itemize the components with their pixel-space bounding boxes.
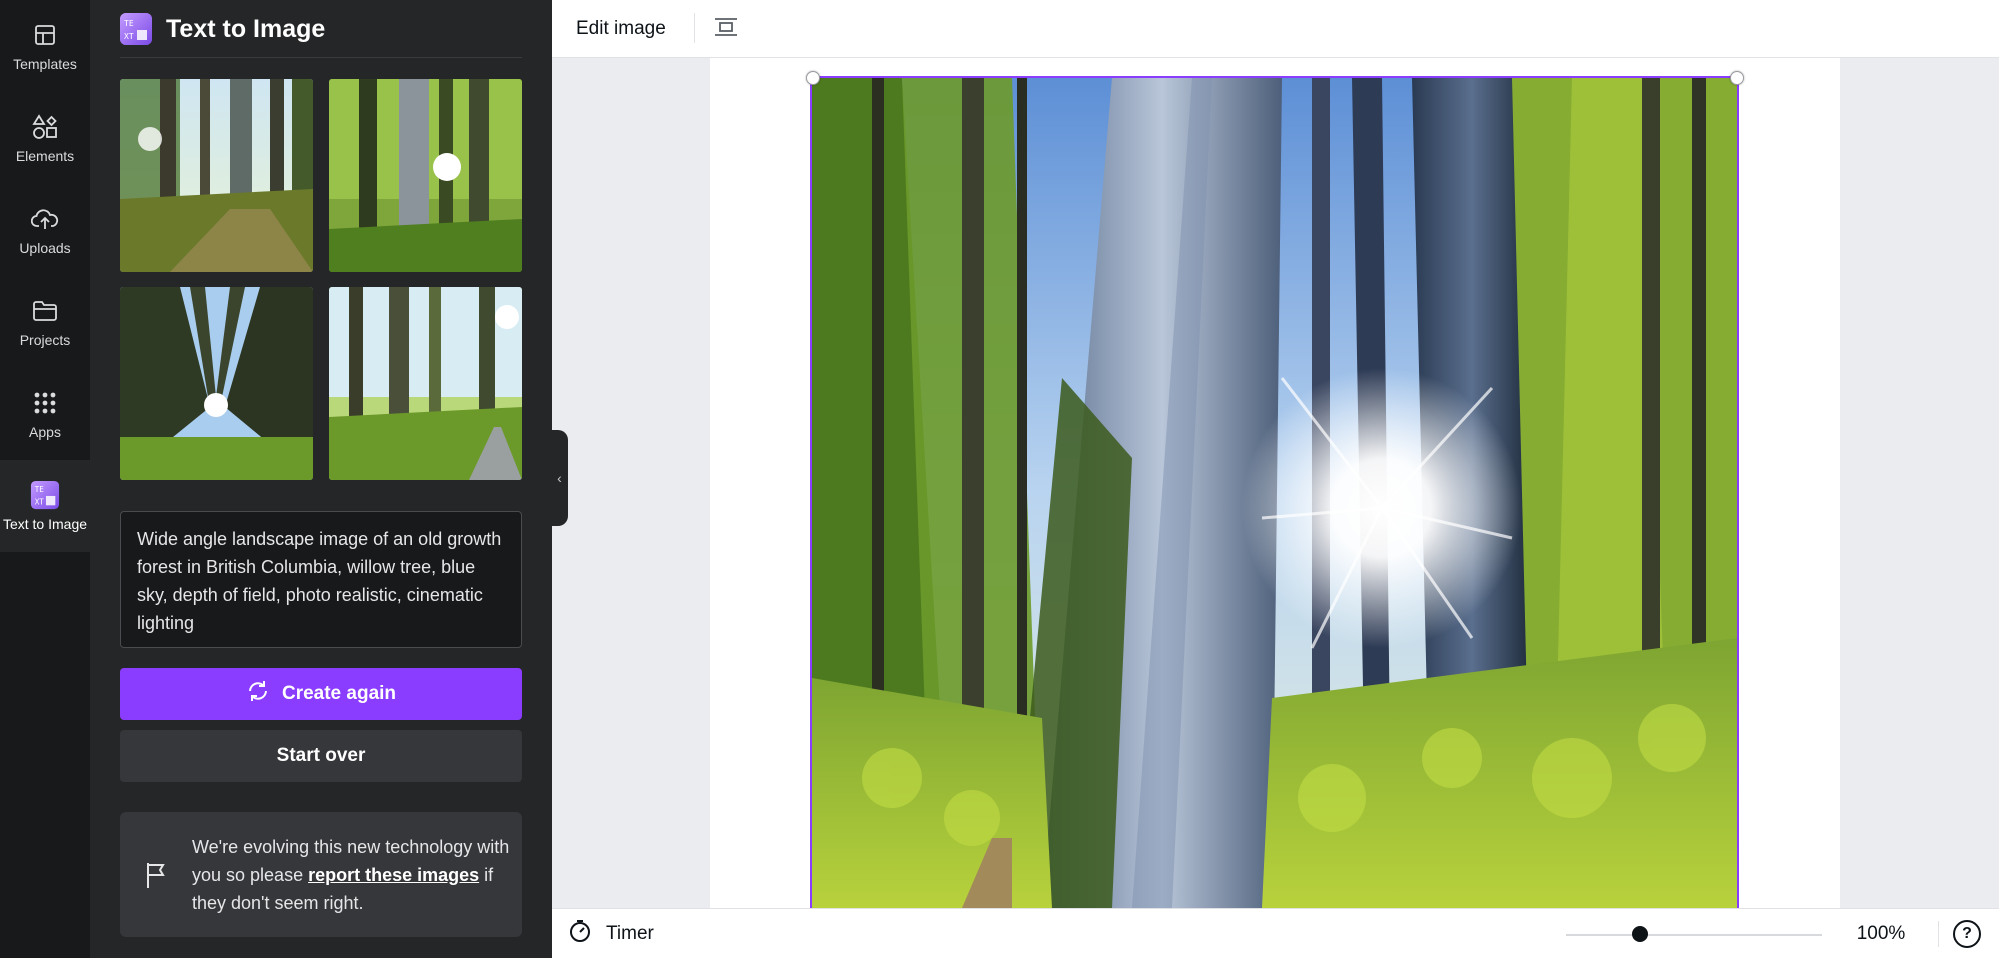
text-to-image-panel: TE XT Text to Image Wide angle landscape… (90, 0, 552, 958)
rail-item-label: Elements (15, 148, 75, 164)
left-rail: Templates Elements Uploads Projects Apps… (0, 0, 90, 958)
timer-icon (568, 919, 592, 949)
start-over-button[interactable]: Start over (120, 730, 522, 782)
generated-image-thumbnail-3[interactable] (120, 287, 313, 480)
uploads-icon (30, 204, 60, 234)
rail-item-label: Templates (13, 56, 77, 72)
bottom-divider (1938, 921, 1939, 947)
generated-image-thumbnail-4[interactable] (329, 287, 522, 480)
zoom-slider-thumb[interactable] (1632, 926, 1648, 942)
text-to-image-app-icon: TE XT (120, 13, 152, 45)
flag-icon (144, 861, 168, 889)
selected-forest-image[interactable] (810, 76, 1739, 910)
rail-item-text-to-image[interactable]: TE XT Text to Image (0, 460, 90, 552)
refresh-icon (246, 679, 270, 709)
edit-image-button[interactable]: Edit image (560, 9, 682, 49)
collapse-panel-button[interactable]: ‹ (551, 430, 568, 526)
svg-text:TE: TE (124, 19, 134, 28)
zoom-level-button[interactable]: 100% (1836, 917, 1926, 951)
notice-text: We're evolving this new technology with … (192, 833, 512, 917)
create-again-label: Create again (281, 683, 397, 704)
templates-icon (30, 20, 60, 50)
text-to-image-icon: TE XT (30, 480, 60, 510)
rail-item-label: Apps (29, 424, 61, 440)
toolbar-divider (694, 13, 695, 43)
rail-item-label: Projects (19, 332, 71, 348)
create-again-button[interactable]: Create again (120, 668, 522, 720)
rail-item-elements[interactable]: Elements (0, 92, 90, 184)
report-images-link[interactable]: report these images (308, 865, 479, 885)
divider (120, 57, 522, 58)
svg-text:XT: XT (124, 32, 134, 41)
prompt-textbox[interactable]: Wide angle landscape image of an old gro… (120, 511, 522, 648)
chevron-left-icon: ‹ (557, 470, 562, 486)
rail-item-label: Text to Image (2, 516, 88, 532)
elements-icon (30, 112, 60, 142)
rail-item-label: Uploads (19, 240, 71, 256)
rail-item-projects[interactable]: Projects (0, 276, 90, 368)
panel-title: Text to Image (166, 14, 326, 43)
timer-label: Timer (606, 923, 654, 944)
top-toolbar: Edit image (552, 0, 1999, 58)
projects-icon (30, 296, 60, 326)
resize-handle-top-right[interactable] (1730, 71, 1744, 85)
zoom-slider-track[interactable] (1566, 934, 1822, 936)
position-icon (714, 17, 738, 42)
rail-item-apps[interactable]: Apps (0, 368, 90, 460)
generated-image-thumbnail-2[interactable] (329, 79, 522, 272)
panel-header: TE XT Text to Image (120, 8, 325, 50)
rail-item-uploads[interactable]: Uploads (0, 184, 90, 276)
rail-item-templates[interactable]: Templates (0, 0, 90, 92)
svg-text:XT: XT (35, 497, 45, 506)
help-button[interactable]: ? (1953, 920, 1981, 948)
resize-handle-top-left[interactable] (806, 71, 820, 85)
timer-button[interactable]: Timer (568, 917, 654, 951)
bottom-bar: Timer 100% ? (552, 908, 1999, 958)
apps-icon (30, 388, 60, 418)
help-icon: ? (1962, 925, 1972, 942)
svg-text:TE: TE (35, 485, 45, 494)
generated-image-thumbnail-1[interactable] (120, 79, 313, 272)
position-button[interactable] (708, 11, 744, 47)
feedback-notice: We're evolving this new technology with … (120, 812, 522, 937)
